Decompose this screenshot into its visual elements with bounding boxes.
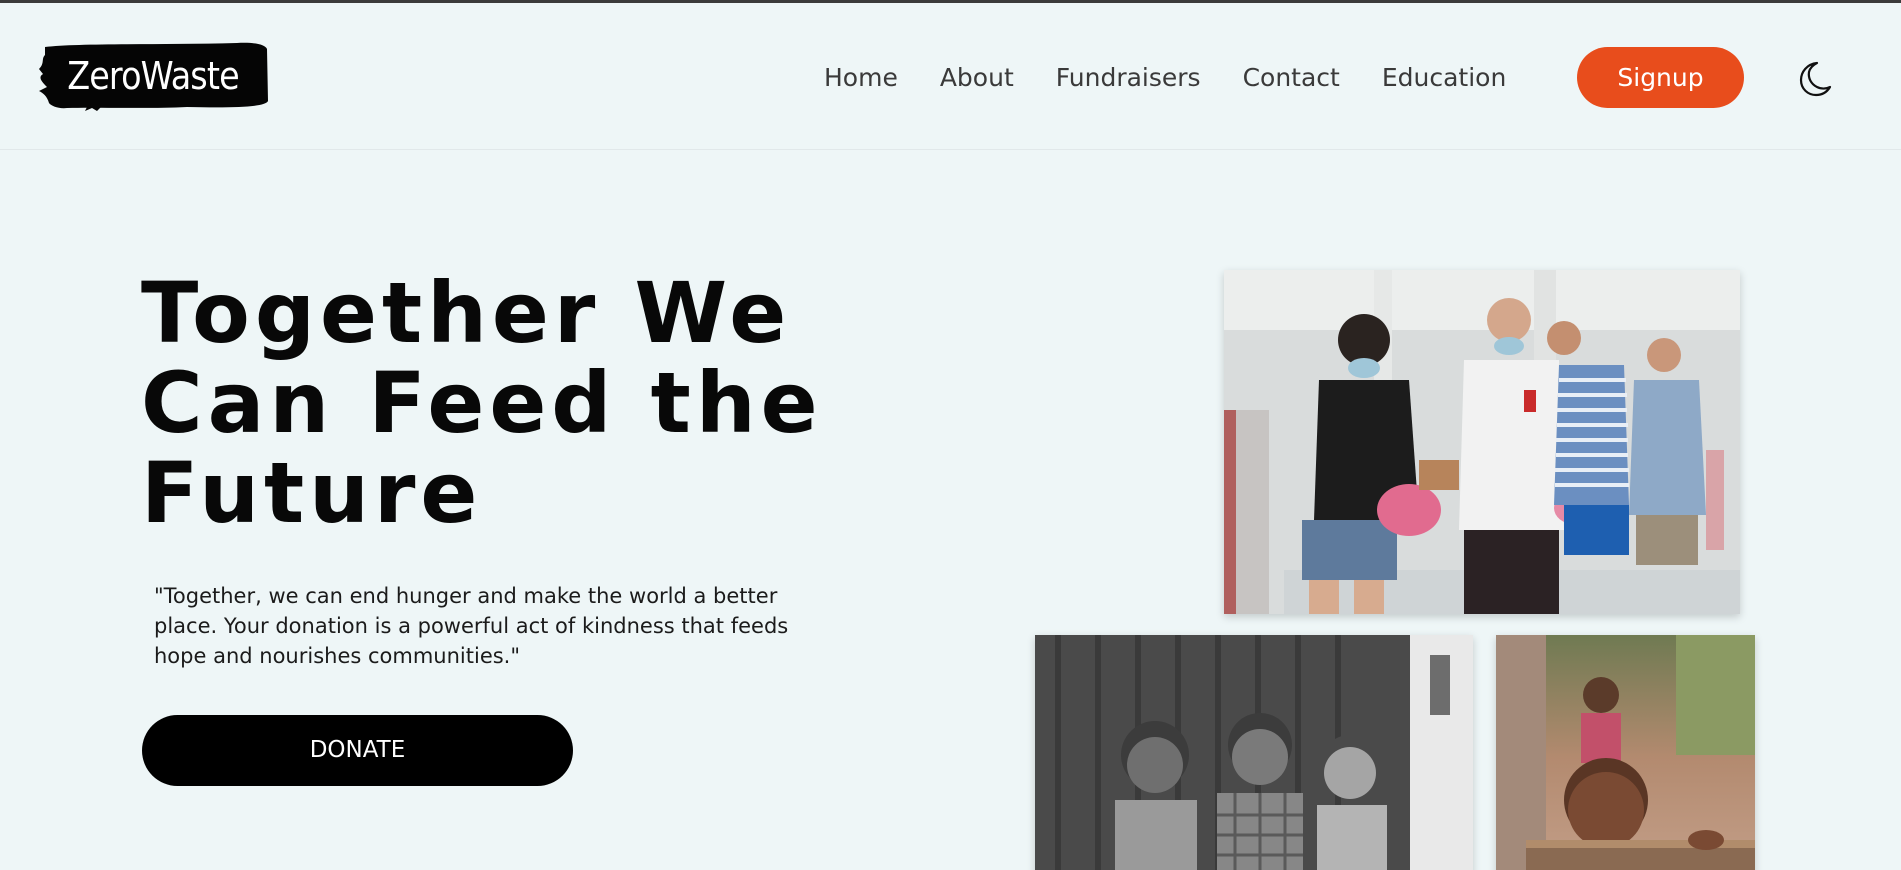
nav-contact[interactable]: Contact <box>1243 63 1340 92</box>
nav-education[interactable]: Education <box>1382 63 1506 92</box>
nav-fundraisers[interactable]: Fundraisers <box>1056 63 1201 92</box>
header: ZeroWaste Home About Fundraisers Contact… <box>0 3 1901 150</box>
logo-text: ZeroWaste <box>67 54 239 98</box>
moon-icon[interactable] <box>1793 58 1833 98</box>
hero-quote: "Together, we can end hunger and make th… <box>154 584 789 668</box>
signup-button[interactable]: Signup <box>1577 47 1744 108</box>
main-nav: Home About Fundraisers Contact Education <box>824 57 1548 97</box>
children-bw-photo <box>1035 635 1473 870</box>
page: ZeroWaste Home About Fundraisers Contact… <box>0 0 1901 870</box>
volunteers-photo <box>1224 270 1740 614</box>
hero-title: Together We Can Feed the Future <box>141 268 901 538</box>
hero-title-line: Together We <box>141 264 792 362</box>
donate-button[interactable]: DONATE <box>142 715 573 786</box>
nav-about[interactable]: About <box>940 63 1014 92</box>
nav-home[interactable]: Home <box>824 63 898 92</box>
hero-title-line: Future <box>141 444 483 542</box>
logo[interactable]: ZeroWaste <box>37 41 269 111</box>
hero-title-line: Can Feed the <box>141 354 823 452</box>
child-color-photo <box>1496 635 1755 870</box>
